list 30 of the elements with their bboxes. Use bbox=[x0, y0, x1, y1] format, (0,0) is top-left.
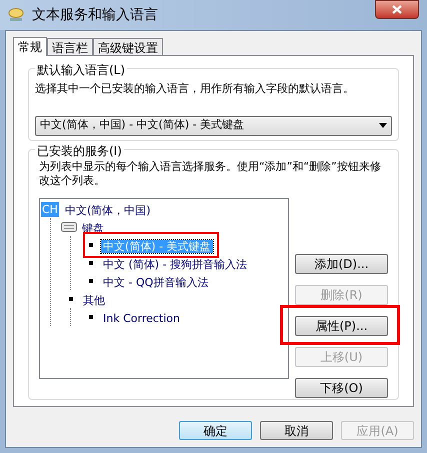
tree-item[interactable]: 中文(简体，中国) bbox=[62, 204, 153, 217]
tab[interactable]: 高级键设置 bbox=[93, 38, 163, 55]
window-title: 文本服务和输入语言 bbox=[32, 6, 158, 24]
tab[interactable]: 常规 bbox=[13, 37, 47, 56]
tree-item[interactable]: 中文 (简体) - 搜狗拼音输入法 bbox=[101, 258, 250, 271]
close-button[interactable] bbox=[375, 0, 419, 19]
tree-item[interactable]: Ink Correction bbox=[101, 312, 182, 325]
dropdown-arrow-icon bbox=[379, 123, 387, 128]
group-title: 默认输入语言(L) bbox=[35, 61, 128, 79]
bullet-icon bbox=[69, 297, 73, 301]
action-button[interactable]: 属性(P)... bbox=[295, 316, 388, 336]
language-dropdown[interactable]: 中文(简体，中国) - 中文(简体) - 美式键盘 bbox=[35, 116, 392, 136]
app-icon bbox=[8, 8, 24, 22]
tree-item[interactable]: 其他 bbox=[81, 294, 107, 307]
tree-item[interactable]: 中文 - QQ拼音输入法 bbox=[101, 276, 210, 289]
bullet-icon bbox=[89, 261, 93, 265]
dialog-button[interactable]: 确定 bbox=[179, 421, 252, 440]
action-button[interactable]: 下移(O) bbox=[295, 378, 388, 398]
bullet-icon bbox=[89, 279, 93, 283]
tab[interactable]: 语言栏 bbox=[47, 38, 93, 55]
bullet-icon bbox=[89, 243, 93, 247]
keyboard-icon bbox=[61, 222, 77, 232]
bullet-icon bbox=[89, 315, 93, 319]
language-badge: CH bbox=[41, 202, 59, 216]
group-title: 已安装的服务(I) bbox=[35, 142, 124, 160]
action-button[interactable]: 添加(D)... bbox=[295, 254, 388, 274]
dialog-button[interactable]: 取消 bbox=[260, 421, 333, 440]
description: 为列表中显示的每个输入语言选择服务。使用“添加”和“删除”按钮来修改这个列表。 bbox=[39, 160, 382, 188]
description: 选择其中一个已安装的输入语言，用作所有输入字段的默认语言。 bbox=[35, 81, 355, 97]
close-icon bbox=[392, 5, 402, 14]
